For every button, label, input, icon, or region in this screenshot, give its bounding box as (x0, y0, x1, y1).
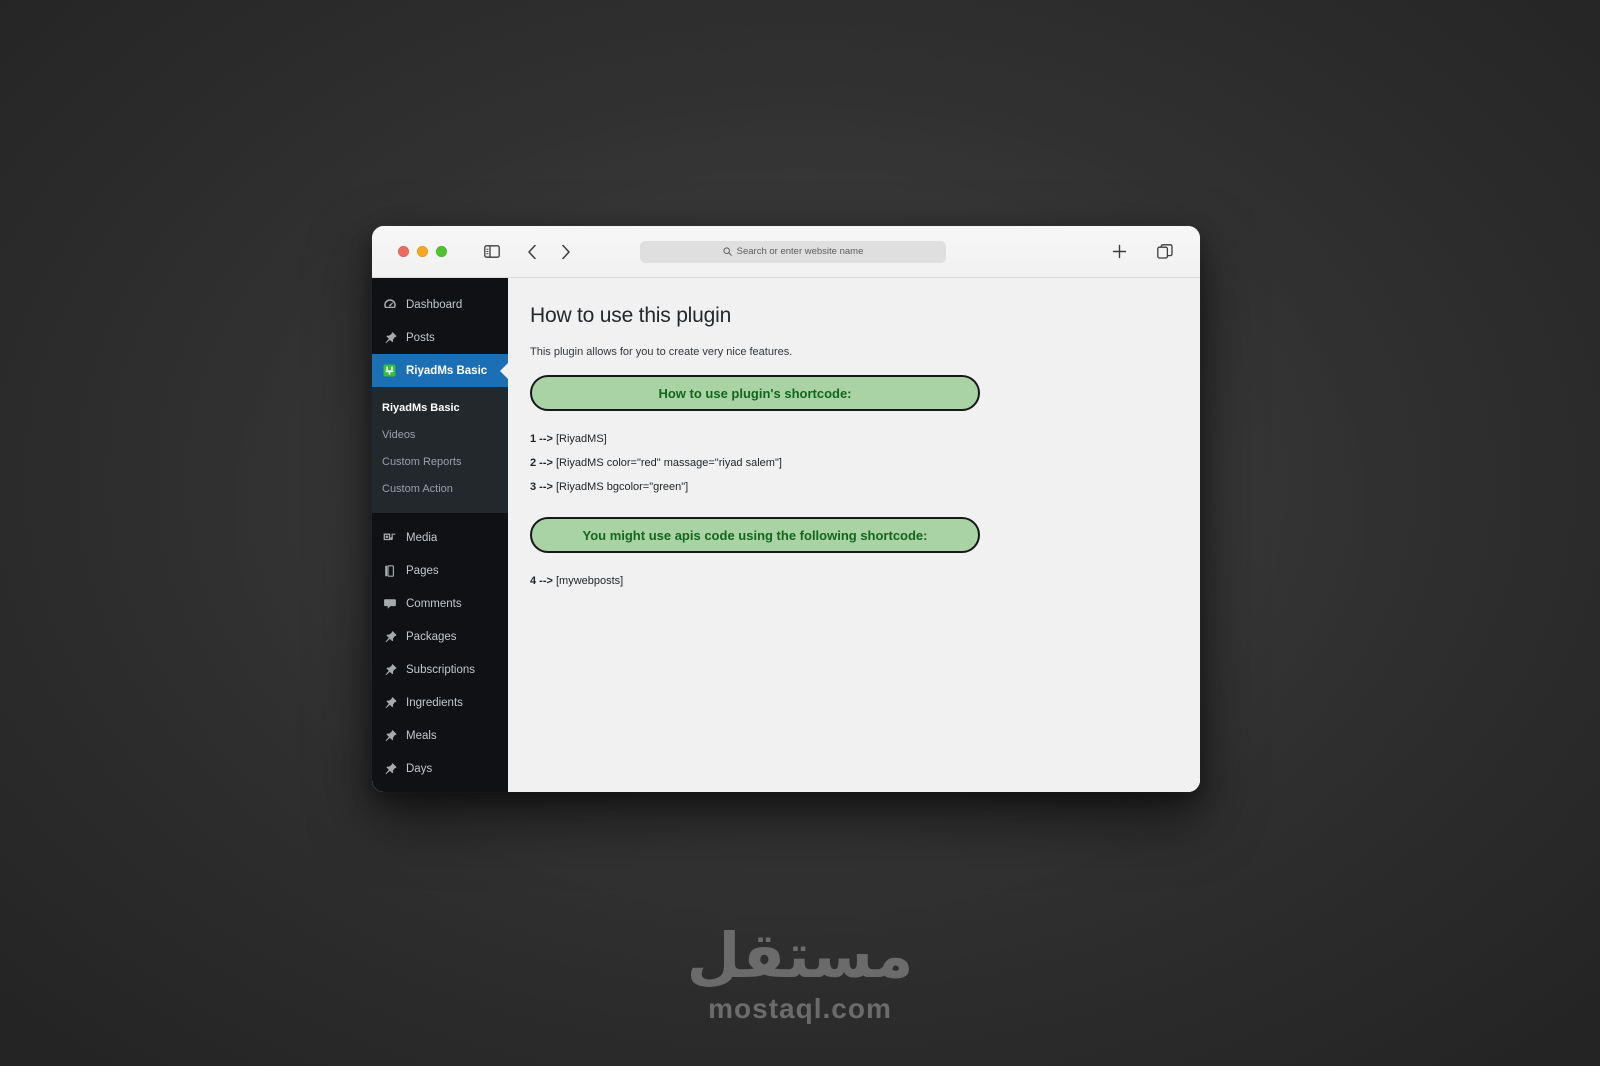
watermark-arabic-text: مستقل (686, 919, 914, 992)
sidebar-item-label: Posts (406, 331, 435, 344)
sidebar-separator (372, 513, 508, 521)
sidebar-item-label: Ingredients (406, 696, 463, 709)
browser-window: Search or enter website name Dashboard P… (372, 226, 1200, 792)
submenu-item-custom-action[interactable]: Custom Action (372, 476, 508, 503)
shortcode-list-api: 4 --> [mywebposts] (530, 569, 1170, 593)
pin-icon (382, 761, 397, 776)
sidebar-item-label: Pages (406, 564, 439, 577)
search-input-placeholder: Search or enter website name (736, 246, 864, 257)
sidebar-item-packages[interactable]: Packages (372, 620, 508, 653)
sidebar-item-comments[interactable]: Comments (372, 587, 508, 620)
shortcode-banner-primary: How to use plugin's shortcode: (530, 375, 980, 411)
sidebar-item-label: Media (406, 531, 438, 544)
shortcode-index: 2 --> (530, 457, 556, 469)
pin-icon (382, 662, 397, 677)
sidebar-item-meals[interactable]: Meals (372, 719, 508, 752)
submenu-item-label: RiyadMs Basic (382, 402, 460, 414)
shortcode-text: [RiyadMS] (555, 433, 607, 445)
submenu-item-label: Custom Reports (382, 456, 462, 468)
sidebar-item-ingredients[interactable]: Ingredients (372, 686, 508, 719)
submenu-item-videos[interactable]: Videos (372, 422, 508, 449)
main-content: How to use this plugin This plugin allow… (508, 278, 1200, 792)
shortcode-text: [RiyadMS bgcolor="green"] (555, 481, 689, 493)
pin-icon (382, 728, 397, 743)
sidebar-item-riyadms-basic[interactable]: RiyadMs Basic (372, 354, 508, 387)
dashboard-icon (382, 297, 397, 312)
submenu-item-label: Custom Action (382, 483, 453, 495)
media-icon (382, 530, 397, 545)
pages-icon (382, 563, 397, 578)
watermark-latin-text: mostaql.com (708, 993, 892, 1024)
window-traffic-lights (398, 246, 447, 257)
search-icon (723, 243, 732, 261)
sidebar-item-label: Packages (406, 630, 457, 643)
sidebar-item-label: Comments (406, 597, 462, 610)
submenu-item-riyadms-basic[interactable]: RiyadMs Basic (372, 395, 508, 422)
sidebar-item-posts[interactable]: Posts (372, 321, 508, 354)
shortcode-row: 2 --> [RiyadMS color="red" massage="riya… (530, 451, 1170, 475)
page-title: How to use this plugin (530, 304, 732, 327)
back-icon[interactable] (519, 239, 545, 265)
forward-icon[interactable] (553, 239, 579, 265)
shortcode-row: 1 --> [RiyadMS] (530, 427, 1170, 451)
pin-icon (382, 330, 397, 345)
sidebar-item-pages[interactable]: Pages (372, 554, 508, 587)
navigation-buttons (519, 239, 579, 265)
pin-icon (382, 695, 397, 710)
tab-overview-icon[interactable] (1152, 239, 1178, 265)
submenu-item-custom-reports[interactable]: Custom Reports (372, 449, 508, 476)
sidebar-item-media[interactable]: Media (372, 521, 508, 554)
sidebar-item-dashboard[interactable]: Dashboard (372, 288, 508, 321)
browser-toolbar: Search or enter website name (372, 226, 1200, 278)
sidebar-item-label: Dashboard (406, 298, 463, 311)
shortcode-index: 3 --> (530, 481, 556, 493)
new-tab-icon[interactable] (1106, 239, 1132, 265)
shortcode-text: [RiyadMS color="red" massage="riyad sale… (555, 457, 782, 469)
submenu-item-label: Videos (382, 429, 416, 441)
shortcode-text: [mywebposts] (555, 575, 624, 587)
page-intro-text: This plugin allows for you to create ver… (530, 346, 793, 358)
riyadms-submenu: RiyadMs Basic Videos Custom Reports Cust… (372, 387, 508, 513)
pin-icon (382, 629, 397, 644)
shortcode-index: 1 --> (530, 433, 556, 445)
minimize-window-button[interactable] (417, 246, 428, 257)
shortcode-index: 4 --> (530, 575, 556, 587)
comments-icon (382, 596, 397, 611)
shortcode-row: 3 --> [RiyadMS bgcolor="green"] (530, 475, 1170, 499)
sidebar-item-subscriptions[interactable]: Subscriptions (372, 653, 508, 686)
shortcode-row: 4 --> [mywebposts] (530, 569, 1170, 593)
shortcode-banner-api: You might use apis code using the follow… (530, 517, 980, 553)
sidebar-item-days[interactable]: Days (372, 752, 508, 785)
toolbar-right-actions (1106, 239, 1178, 265)
sidebar-item-label: Subscriptions (406, 663, 476, 676)
watermark: مستقل mostaql.com (0, 925, 1600, 1025)
sidebar-item-label: Days (406, 762, 433, 775)
sidebar-item-label: RiyadMs Basic (406, 364, 488, 377)
maximize-window-button[interactable] (436, 246, 447, 257)
address-search-bar[interactable]: Search or enter website name (640, 240, 946, 263)
shortcode-list: 1 --> [RiyadMS] 2 --> [RiyadMS color="re… (530, 427, 1170, 499)
sidebar-toggle-icon[interactable] (479, 239, 505, 265)
wordpress-admin: Dashboard Posts RiyadMs Basic RiyadMs Ba… (372, 278, 1200, 792)
close-window-button[interactable] (398, 246, 409, 257)
sidebar-item-label: Meals (406, 729, 437, 742)
plugin-icon (382, 363, 397, 378)
admin-sidebar: Dashboard Posts RiyadMs Basic RiyadMs Ba… (372, 278, 508, 792)
